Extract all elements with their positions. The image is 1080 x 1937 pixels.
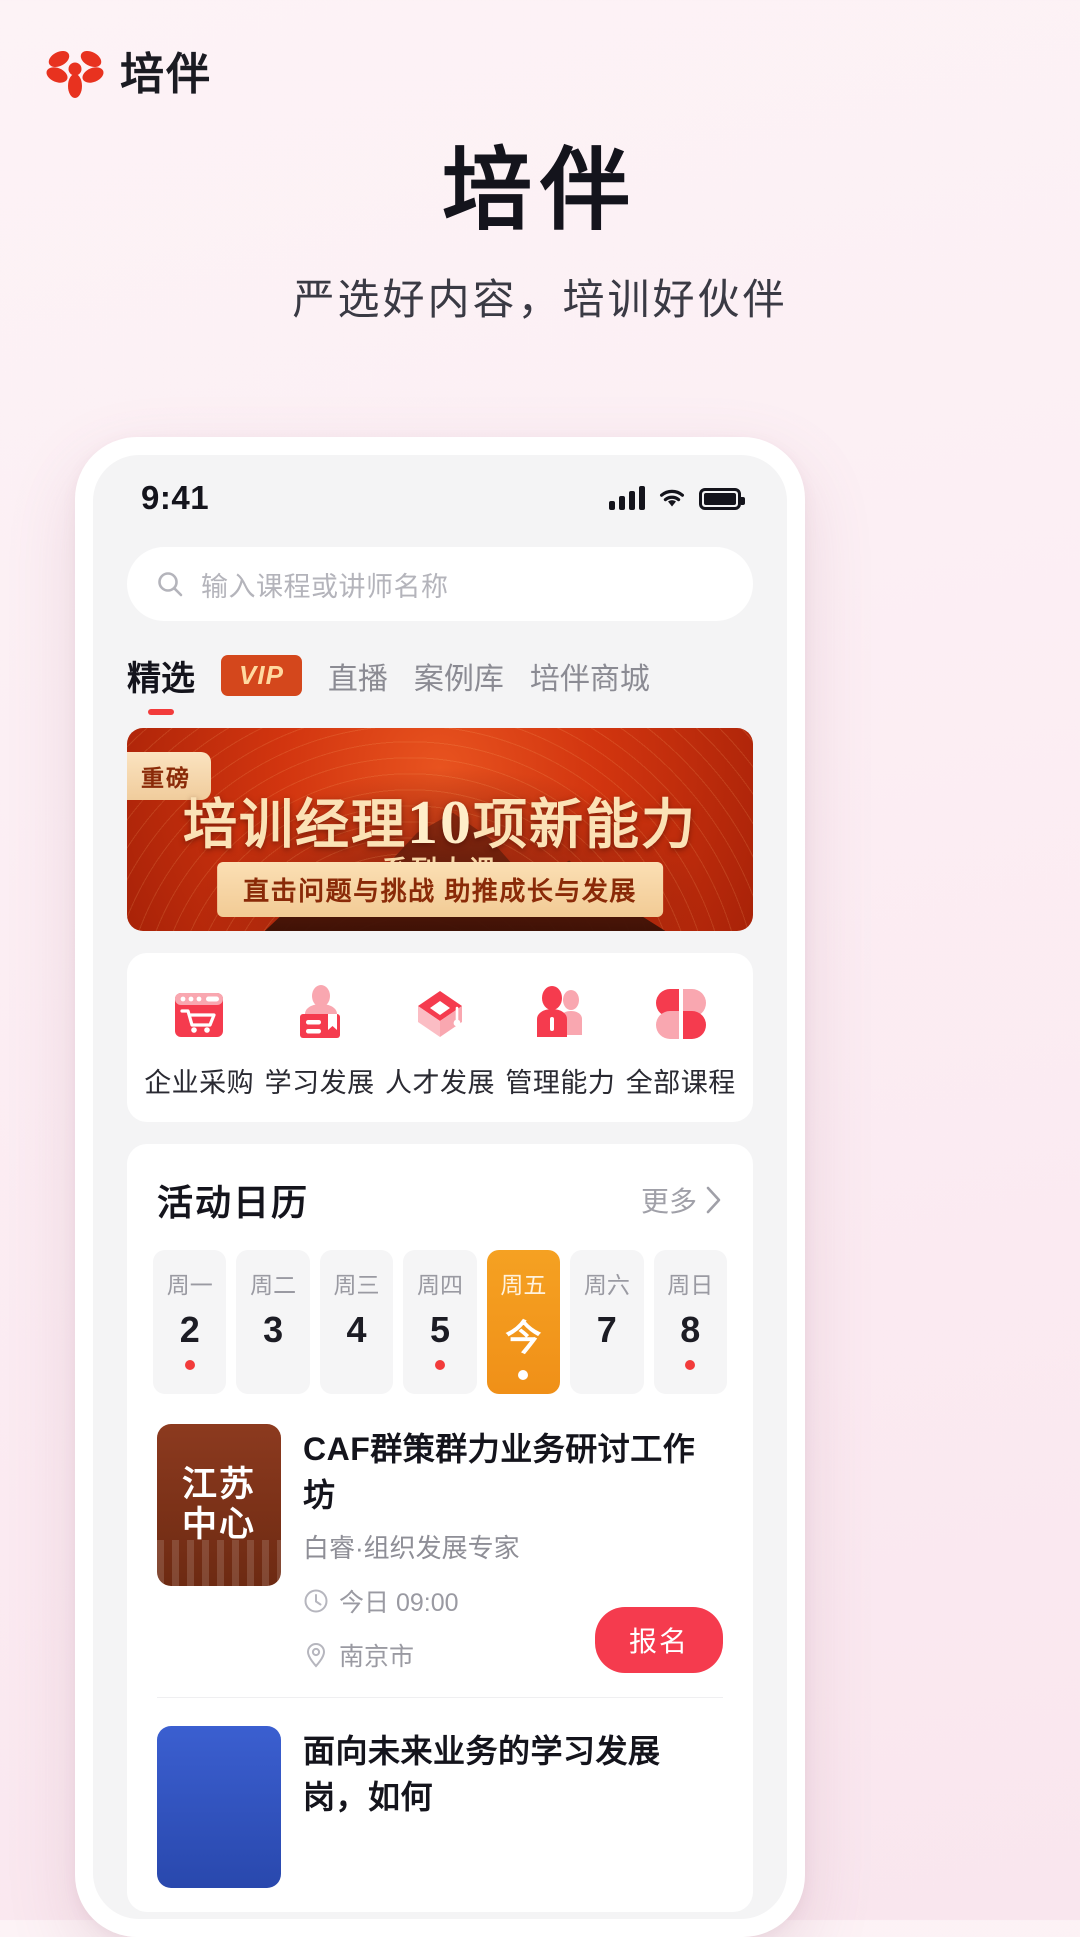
hero-section: 培伴 严选好内容，培训好伙伴 — [0, 140, 1080, 327]
page-title: 培伴 — [442, 142, 638, 241]
day-weekday: 周五 — [500, 1272, 547, 1298]
chevron-right-icon — [705, 1185, 723, 1215]
day-weekday: 周六 — [583, 1272, 630, 1298]
day-number: 7 — [596, 1309, 617, 1350]
calendar-more-link[interactable]: 更多 — [641, 1180, 723, 1220]
banner-title-pre: 培训经理 — [183, 795, 407, 855]
calendar-card: 活动日历 更多 周一 2 周二 3 周三 4 周四 5 周五 今 周六 7 周日… — [127, 1144, 753, 1912]
day-weekday: 周二 — [250, 1272, 297, 1298]
cellular-bars-icon — [609, 486, 645, 510]
calendar-day-cell-today[interactable]: 周五 今 — [486, 1250, 561, 1394]
event-thumbnail: 江苏 中心 — [157, 1424, 281, 1586]
event-speaker: 白睿·组织发展专家 — [303, 1533, 520, 1563]
list-item[interactable]: 面向未来业务的学习发展岗，如何 — [157, 1720, 723, 1912]
calendar-day-cell[interactable]: 周日 8 — [653, 1250, 727, 1394]
location-pin-icon — [303, 1642, 329, 1668]
tab-anliku[interactable]: 案例库 — [414, 654, 504, 698]
search-bar-wrapper: 输入课程或讲师名称 — [93, 541, 787, 621]
day-weekday: 周一 — [166, 1272, 213, 1298]
wifi-icon — [657, 486, 687, 510]
event-title: 面向未来业务的学习发展岗，如何 — [303, 1733, 661, 1815]
banner-title-post: 项新能力 — [473, 795, 697, 855]
promo-banner[interactable]: 重磅 培训经理10项新能力 -系列大课- 直击问题与挑战 助推成长与发展 — [127, 728, 753, 931]
flower-star-icon — [44, 39, 106, 101]
day-event-dot — [434, 1360, 445, 1370]
banner-title-number: 10 — [407, 789, 473, 857]
banner-title: 培训经理10项新能力 — [127, 780, 753, 859]
tab-vip[interactable]: VIP — [221, 655, 302, 696]
tab-peiban-shangcheng[interactable]: 培伴商城 — [530, 654, 650, 698]
battery-full-icon — [699, 488, 745, 510]
calendar-header: 活动日历 更多 — [127, 1144, 753, 1230]
quicknav-label: 企业采购 — [144, 1068, 255, 1098]
category-tabs: 精选 VIP 直播 案例库 培伴商城 — [93, 621, 787, 700]
cart-browser-icon — [166, 981, 232, 1047]
day-event-dot — [184, 1360, 195, 1370]
quicknav-label: 管理能力 — [505, 1068, 616, 1098]
quicknav-row: 企业采购 学习发展 人才发展 管理能力 全部课程 — [127, 953, 753, 1122]
quicknav-card: 企业采购 学习发展 人才发展 管理能力 全部课程 — [127, 953, 753, 1122]
tab-jingxuan[interactable]: 精选 — [127, 651, 195, 700]
search-input[interactable]: 输入课程或讲师名称 — [127, 547, 753, 621]
day-number: 8 — [680, 1309, 701, 1350]
tab-zhibo[interactable]: 直播 — [328, 654, 388, 698]
event-location: 南京市 — [339, 1643, 415, 1671]
calendar-day-cell[interactable]: 周四 5 — [403, 1250, 477, 1394]
list-item[interactable]: 江苏 中心 CAF群策群力业务研讨工作坊 白睿·组织发展专家 今日 09:00 — [157, 1418, 723, 1697]
day-event-dot — [518, 1370, 529, 1380]
event-thumbnail — [157, 1726, 281, 1888]
day-number: 3 — [263, 1309, 284, 1350]
quicknav-label: 学习发展 — [264, 1068, 375, 1098]
calendar-day-cell[interactable]: 周三 4 — [319, 1250, 394, 1394]
phone-screen: 9:41 输入课程或讲师名称 精选 VIP 直播 案例库 培伴商城 重磅 培训经… — [93, 455, 787, 1919]
day-number: 4 — [346, 1309, 367, 1350]
graduation-cap-icon — [407, 981, 473, 1047]
phone-mockup: 9:41 输入课程或讲师名称 精选 VIP 直播 案例库 培伴商城 重磅 培训经… — [75, 437, 805, 1937]
calendar-day-cell[interactable]: 周一 2 — [153, 1250, 227, 1394]
calendar-more-label: 更多 — [640, 1186, 697, 1217]
quicknav-item-quanbu-kecheng[interactable]: 全部课程 — [621, 981, 741, 1100]
event-title: CAF群策群力业务研讨工作坊 — [303, 1431, 696, 1513]
quicknav-item-xuexi-fazhan[interactable]: 学习发展 — [260, 981, 380, 1100]
day-number: 5 — [429, 1309, 450, 1350]
event-thumb-line1: 江苏 — [181, 1464, 256, 1504]
event-thumb-skyline-decoration — [157, 1540, 281, 1586]
book-person-icon — [287, 981, 353, 1047]
event-signup-button[interactable]: 报名 — [594, 1607, 723, 1673]
search-icon — [155, 569, 185, 599]
quicknav-label: 全部课程 — [625, 1068, 736, 1098]
event-body: 面向未来业务的学习发展岗，如何 — [303, 1726, 723, 1888]
day-number: 2 — [179, 1309, 200, 1350]
banner-strip-text: 直击问题与挑战 助推成长与发展 — [217, 862, 663, 917]
event-time: 今日 09:00 — [339, 1589, 459, 1617]
calendar-title: 活动日历 — [157, 1182, 310, 1223]
four-petal-grid-icon — [648, 981, 714, 1047]
status-icons — [609, 486, 745, 510]
day-weekday: 周四 — [416, 1272, 463, 1298]
quicknav-item-rencai-fazhan[interactable]: 人才发展 — [380, 981, 500, 1100]
clock-icon — [303, 1588, 329, 1614]
calendar-day-cell[interactable]: 周六 7 — [570, 1250, 644, 1394]
event-list: 江苏 中心 CAF群策群力业务研讨工作坊 白睿·组织发展专家 今日 09:00 — [127, 1418, 753, 1912]
day-event-dot — [352, 1360, 362, 1370]
hero-subtitle: 严选好内容，培训好伙伴 — [292, 275, 788, 323]
calendar-day-cell[interactable]: 周二 3 — [236, 1250, 310, 1394]
status-time: 9:41 — [141, 479, 210, 516]
search-placeholder: 输入课程或讲师名称 — [201, 571, 449, 602]
day-weekday: 周三 — [333, 1272, 380, 1298]
calendar-day-strip: 周一 2 周二 3 周三 4 周四 5 周五 今 周六 7 周日 8 — [127, 1230, 753, 1418]
manager-people-icon — [527, 981, 593, 1047]
quicknav-item-qiye-caigou[interactable]: 企业采购 — [139, 981, 259, 1100]
quicknav-item-guanli-nengli[interactable]: 管理能力 — [500, 981, 620, 1100]
day-weekday: 周日 — [667, 1272, 714, 1298]
day-number: 今 — [505, 1317, 542, 1358]
day-event-dot — [602, 1360, 612, 1370]
quicknav-label: 人才发展 — [384, 1068, 495, 1098]
day-event-dot — [685, 1360, 696, 1370]
list-divider — [157, 1697, 723, 1698]
day-event-dot — [268, 1360, 278, 1370]
brand-name: 培伴 — [120, 50, 212, 99]
status-bar: 9:41 — [93, 455, 787, 541]
brand-header: 培伴 — [44, 38, 212, 102]
